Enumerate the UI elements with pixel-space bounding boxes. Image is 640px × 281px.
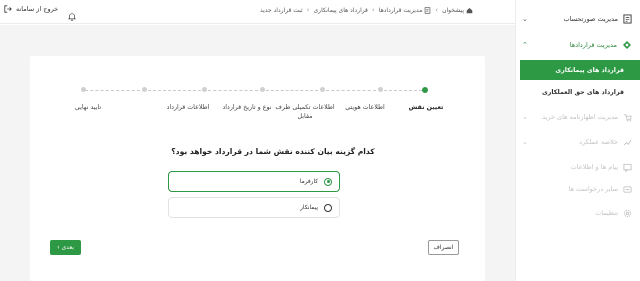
sidebar-item-label: تنظیمات	[595, 209, 618, 217]
purchase-icon	[623, 113, 632, 121]
sidebar-item-contracts[interactable]: ⌃ مدیریت قراردادها	[522, 37, 632, 53]
sidebar-item-settings[interactable]: تنظیمات	[522, 205, 632, 221]
logout-label: خروج از سامانه	[16, 5, 59, 13]
home-icon	[466, 7, 473, 13]
step-dot-active	[422, 86, 428, 93]
option-label: پیمانکار	[300, 204, 318, 211]
next-button[interactable]: ‹ بعدی	[50, 240, 81, 255]
step-dot	[142, 87, 147, 92]
breadcrumb-item: ثبت قرارداد جدید	[260, 6, 303, 14]
invoice-icon	[623, 14, 632, 24]
sidebar-item-messages[interactable]: پیام ها و اطلاعات	[522, 159, 632, 175]
sidebar-item-commission-contracts[interactable]: قرارداد های حق العملکاری	[520, 82, 640, 102]
breadcrumb-home[interactable]: پیشخوان	[442, 7, 473, 14]
chevron-left-icon: ‹	[57, 244, 60, 251]
breadcrumb: پیشخوان › مدیریت قراردادها › قرارداد های…	[260, 6, 473, 14]
cancel-button-label: انصراف	[433, 244, 454, 251]
step-dot	[320, 87, 325, 92]
step-label-role: تعیین نقش	[408, 104, 444, 111]
chevron-up-icon: ⌃	[522, 41, 528, 49]
stepper-connector	[208, 90, 258, 91]
stepper-connector	[384, 90, 422, 91]
sidebar-item-label: مدیریت صورتحساب	[563, 15, 618, 23]
step-label-final: تایید نهایی	[74, 104, 102, 111]
sidebar-item-performance[interactable]: ⌄ خلاصه عملکرد	[522, 134, 632, 150]
step-label-type-date: نوع و تاریخ قرارداد	[222, 104, 272, 111]
sidebar-item-other-requests[interactable]: سایر درخواست ها	[522, 181, 632, 197]
sidebar-item-label: سایر درخواست ها	[568, 185, 618, 193]
option-contractor[interactable]: پیمانکار	[168, 197, 340, 218]
next-button-label: بعدی	[61, 244, 74, 251]
sidebar-item-label: پیام ها و اطلاعات	[570, 163, 618, 171]
option-employer[interactable]: کارفرما	[168, 171, 340, 192]
chevron-left-icon: ›	[435, 6, 439, 14]
step-label-counterparty: اطلاعات تکمیلی طرف مقابل	[275, 104, 335, 120]
breadcrumb-item: پیشخوان	[442, 6, 464, 14]
chevron-left-icon: ›	[306, 6, 310, 14]
role-question: کدام گزینه بیان کننده نقش شما در قرارداد…	[171, 147, 375, 156]
performance-icon	[623, 139, 632, 146]
chevron-left-icon: ›	[371, 6, 375, 14]
sidebar-item-label: قرارداد های پیمانکاری	[555, 66, 624, 74]
breadcrumb-contractor-contracts[interactable]: قرارداد های پیمانکاری	[313, 7, 367, 14]
request-icon	[623, 185, 632, 193]
step-dot	[81, 87, 86, 92]
stepper-connector	[85, 90, 140, 91]
stepper-connector	[326, 90, 376, 91]
bell-icon[interactable]	[67, 6, 77, 25]
step-dot	[378, 87, 383, 92]
logout-button[interactable]: خروج از سامانه	[4, 5, 58, 13]
breadcrumb-item: قرارداد های پیمانکاری	[313, 6, 368, 14]
sidebar-item-invoices[interactable]: ⌄ مدیریت صورتحساب	[522, 11, 632, 27]
breadcrumb-item: مدیریت قراردادها	[378, 6, 423, 14]
settings-icon	[623, 209, 632, 217]
contract-icon	[424, 6, 431, 14]
cancel-button[interactable]: انصراف	[428, 240, 459, 255]
contract-icon	[623, 41, 631, 49]
radio-button-checked[interactable]	[324, 177, 332, 186]
sidebar-item-label: قرارداد های حق العملکاری	[541, 88, 624, 96]
chevron-down-icon: ⌄	[522, 15, 528, 23]
stepper-connector	[148, 90, 201, 91]
stepper-connector	[266, 90, 318, 91]
step-label-identity: اطلاعات هویتی	[345, 104, 385, 111]
sidebar: ⌄ مدیریت صورتحساب ⌃ مدیریت قراردادها قرا…	[515, 0, 640, 281]
wizard-card: تعیین نقش اطلاعات هویتی اطلاعات تکمیلی ط…	[30, 56, 485, 281]
sidebar-item-purchase-declarations[interactable]: ⌄ مدیریت اظهارنامه های خرید	[522, 109, 632, 125]
chevron-down-icon: ⌄	[522, 113, 528, 121]
message-icon	[623, 163, 632, 172]
sidebar-item-label: مدیریت قراردادها	[569, 41, 617, 49]
breadcrumb-current: ثبت قرارداد جدید	[260, 7, 303, 14]
breadcrumb-contracts[interactable]: مدیریت قراردادها	[379, 7, 432, 14]
step-dot	[202, 87, 207, 92]
sidebar-item-label: مدیریت اظهارنامه های خرید	[542, 113, 618, 121]
sidebar-item-label: خلاصه عملکرد	[579, 138, 618, 146]
option-label: کارفرما	[299, 178, 318, 185]
logout-icon	[4, 5, 12, 13]
step-dot	[260, 87, 265, 92]
sidebar-item-contractor-contracts[interactable]: قرارداد های پیمانکاری	[520, 60, 640, 80]
radio-button[interactable]	[324, 203, 332, 212]
step-label-contract-info: اطلاعات قرارداد	[166, 104, 210, 111]
top-bar: خروج از سامانه پیشخوان › مدیریت قرارداده…	[0, 0, 515, 24]
chevron-down-icon: ⌄	[522, 138, 528, 146]
